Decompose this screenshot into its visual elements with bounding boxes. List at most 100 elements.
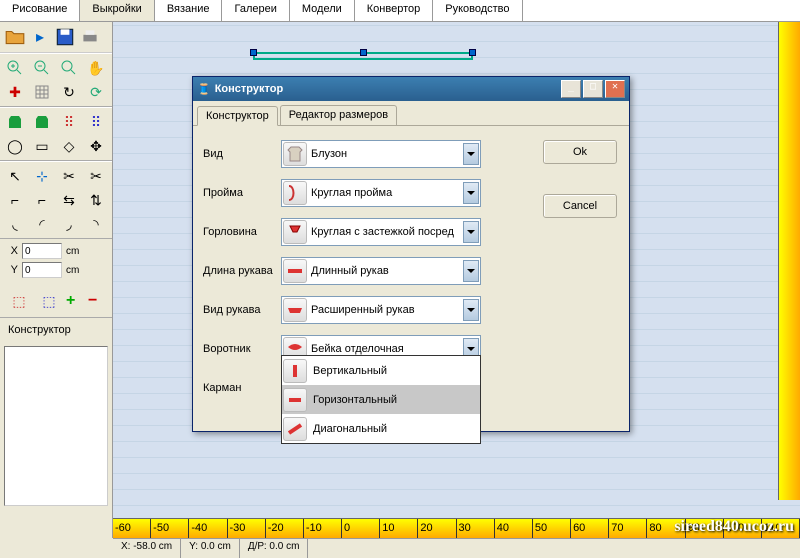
handle-icon[interactable]	[360, 49, 367, 56]
rotate-icon[interactable]: ↻	[56, 80, 82, 104]
sleeve-long-icon	[283, 259, 307, 283]
tab-galleries[interactable]: Галереи	[222, 0, 289, 21]
status-x: X: -58.0 cm	[113, 539, 181, 558]
ruler-tick: 30	[457, 519, 495, 538]
field-label: Воротник	[203, 343, 281, 355]
field-label: Длина рукава	[203, 265, 281, 277]
handle-icon[interactable]	[469, 49, 476, 56]
cut-x-icon[interactable]: ✂	[56, 164, 82, 188]
corner-b-icon[interactable]: ⌐	[29, 188, 55, 212]
pocket-dropdown-list: Вертикальный Горизонтальный Диагональный	[281, 355, 481, 444]
close-button[interactable]: ✕	[605, 80, 625, 98]
points-2-icon[interactable]: ⠿	[83, 110, 109, 134]
add-icon[interactable]: +	[66, 292, 84, 310]
field-label: Пройма	[203, 187, 281, 199]
open-icon[interactable]	[4, 26, 26, 48]
combo-3[interactable]: Длинный рукав	[281, 257, 481, 285]
save-icon[interactable]	[54, 26, 76, 48]
coord-x-input[interactable]	[22, 243, 62, 259]
zoom-fit-icon[interactable]	[56, 56, 82, 80]
chevron-down-icon[interactable]	[463, 260, 479, 282]
coord-y-label: Y	[6, 264, 18, 276]
marquee-b-icon[interactable]: ⬚	[36, 289, 62, 313]
curve-b-icon[interactable]: ◜	[29, 212, 55, 236]
ruler-tick: -60	[113, 519, 151, 538]
zoom-in-icon[interactable]	[2, 56, 28, 80]
crosshair-icon[interactable]: ✚	[2, 80, 28, 104]
combo-value: Расширенный рукав	[311, 304, 463, 316]
maximize-button[interactable]: □	[583, 80, 603, 98]
mirror-x-icon[interactable]: ⇆	[56, 188, 82, 212]
refresh-icon[interactable]: ⟳	[83, 80, 109, 104]
chevron-down-icon[interactable]	[463, 221, 479, 243]
pattern-front-icon[interactable]	[2, 110, 28, 134]
tab-manual[interactable]: Руководство	[433, 0, 522, 21]
dropdown-item[interactable]: Диагональный	[282, 414, 480, 443]
chevron-down-icon[interactable]	[463, 143, 479, 165]
tab-knitting[interactable]: Вязание	[155, 0, 223, 21]
circle-tool-icon[interactable]: ◯	[2, 134, 28, 158]
cancel-button[interactable]: Cancel	[543, 194, 617, 218]
tab-drawing[interactable]: Рисование	[0, 0, 80, 21]
combo-4[interactable]: Расширенный рукав	[281, 296, 481, 324]
ruler-tick: -30	[228, 519, 266, 538]
ruler-tick: 60	[571, 519, 609, 538]
corner-a-icon[interactable]: ⌐	[2, 188, 28, 212]
shirt-icon	[283, 142, 307, 166]
chevron-down-icon[interactable]	[463, 299, 479, 321]
ruler-tick: -50	[151, 519, 189, 538]
combo-0[interactable]: Блузон	[281, 140, 481, 168]
chevron-down-icon[interactable]	[463, 182, 479, 204]
node-add-icon[interactable]: ⊹	[29, 164, 55, 188]
coord-y-input[interactable]	[22, 262, 62, 278]
dialog-titlebar[interactable]: 🧵 Конструктор _ □ ✕	[193, 77, 629, 101]
field-label: Карман	[203, 382, 281, 394]
tab-patterns[interactable]: Выкройки	[80, 0, 154, 21]
dropdown-item-label: Диагональный	[313, 423, 387, 435]
selected-shape[interactable]	[253, 52, 473, 60]
curve-a-icon[interactable]: ◟	[2, 212, 28, 236]
tab-models[interactable]: Модели	[290, 0, 355, 21]
curve-d-icon[interactable]: ◝	[83, 212, 109, 236]
ruler-tick: -40	[189, 519, 227, 538]
ruler-tick: 20	[418, 519, 456, 538]
constructor-link[interactable]: Конструктор	[0, 317, 112, 342]
grid-icon[interactable]	[29, 80, 55, 104]
minimize-button[interactable]: _	[561, 80, 581, 98]
pattern-back-icon[interactable]	[29, 110, 55, 134]
field-label: Вид рукава	[203, 304, 281, 316]
combo-1[interactable]: Круглая пройма	[281, 179, 481, 207]
ruler-tick: 50	[533, 519, 571, 538]
dropdown-item[interactable]: Вертикальный	[282, 356, 480, 385]
arrow-icon[interactable]: ▸	[29, 26, 51, 48]
remove-icon[interactable]: −	[88, 292, 106, 310]
pan-icon[interactable]: ✋	[83, 56, 109, 80]
ok-button[interactable]: Ok	[543, 140, 617, 164]
cut-y-icon[interactable]: ✂	[83, 164, 109, 188]
ruler-vertical	[778, 22, 800, 500]
zoom-out-icon[interactable]	[29, 56, 55, 80]
main-tabs: Рисование Выкройки Вязание Галереи Модел…	[0, 0, 800, 22]
dialog-tab-sizes[interactable]: Редактор размеров	[280, 105, 397, 125]
move-tool-icon[interactable]: ✥	[83, 134, 109, 158]
dropdown-item[interactable]: Горизонтальный	[282, 385, 480, 414]
select-icon[interactable]: ↖	[2, 164, 28, 188]
diamond-tool-icon[interactable]: ◇	[56, 134, 82, 158]
tab-converter[interactable]: Конвертор	[355, 0, 433, 21]
ruler-tick: -10	[304, 519, 342, 538]
combo-value: Длинный рукав	[311, 265, 463, 277]
mirror-y-icon[interactable]: ⇅	[83, 188, 109, 212]
neckline-icon	[283, 220, 307, 244]
points-1-icon[interactable]: ⠿	[56, 110, 82, 134]
combo-2[interactable]: Круглая с застежкой посред	[281, 218, 481, 246]
handle-icon[interactable]	[250, 49, 257, 56]
curve-c-icon[interactable]: ◞	[56, 212, 82, 236]
dropdown-item-label: Вертикальный	[313, 365, 387, 377]
dialog-tab-constructor[interactable]: Конструктор	[197, 106, 278, 126]
combo-value: Блузон	[311, 148, 463, 160]
marquee-a-icon[interactable]: ⬚	[6, 289, 32, 313]
rect-tool-icon[interactable]: ▭	[29, 134, 55, 158]
dialog-title: Конструктор	[211, 83, 559, 95]
field-label: Горловина	[203, 226, 281, 238]
print-icon[interactable]	[79, 26, 101, 48]
